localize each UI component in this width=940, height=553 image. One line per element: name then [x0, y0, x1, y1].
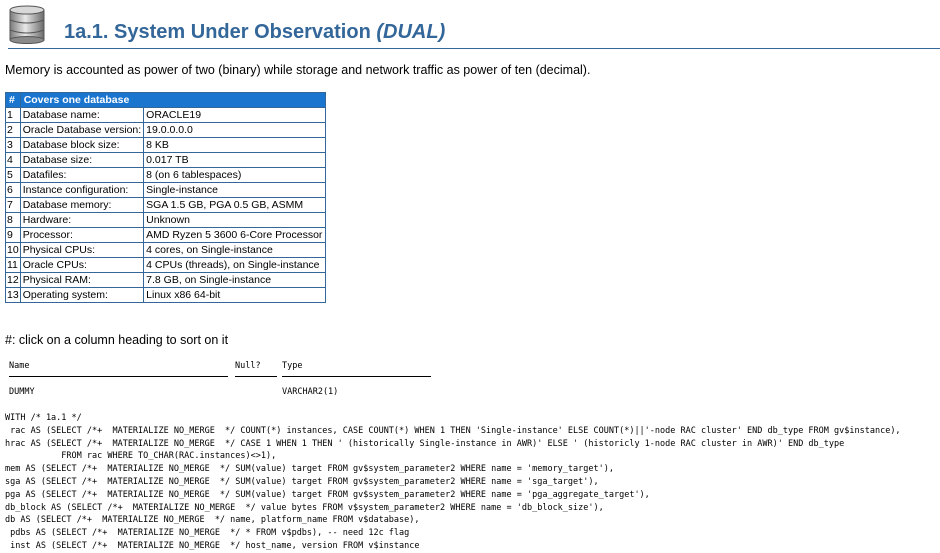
row-value: 8 (on 6 tablespaces)	[143, 167, 327, 183]
sql-line: pga AS (SELECT /*+ MATERIALIZE NO_MERGE …	[5, 489, 650, 500]
table-row: 9 Processor: AMD Ryzen 5 3600 6-Core Proce…	[5, 227, 327, 243]
row-value: AMD Ryzen 5 3600 6-Core Processor	[143, 227, 327, 243]
describe-value-name: DUMMY	[9, 387, 35, 397]
row-number: 8	[5, 212, 21, 228]
row-value: 4 cores, on Single-instance	[143, 242, 327, 258]
row-label: Database size:	[19, 152, 145, 168]
row-label: Processor:	[19, 227, 145, 243]
row-value: 7.8 GB, on Single-instance	[143, 272, 327, 288]
sql-line: db AS (SELECT /*+ MATERIALIZE NO_MERGE *…	[5, 515, 420, 526]
row-number: 6	[5, 182, 21, 198]
row-number: 10	[5, 242, 21, 258]
describe-rule-type	[282, 376, 431, 377]
sql-line: mem AS (SELECT /*+ MATERIALIZE NO_MERGE …	[5, 464, 614, 475]
row-number: 12	[5, 272, 21, 288]
row-label: Database block size:	[19, 137, 145, 153]
system-info-table: # Covers one database 1 Database name: ORA…	[5, 92, 327, 303]
row-label: Oracle CPUs:	[19, 257, 145, 273]
table-row: 7 Database memory: SGA 1.5 GB, PGA 0.5 GB,…	[5, 197, 327, 213]
sort-hint: #: click on a column heading to sort on …	[5, 333, 229, 347]
row-label: Physical RAM:	[19, 272, 145, 288]
row-label: Database name:	[19, 107, 145, 123]
row-label: Database memory:	[19, 197, 145, 213]
title-subtitle: (DUAL)	[376, 21, 446, 43]
row-value: 8 KB	[143, 137, 327, 153]
table-row: 4 Database size: 0.017 TB	[5, 152, 327, 168]
row-value: 19.0.0.0.0	[143, 122, 327, 138]
describe-value-type: VARCHAR2(1)	[282, 387, 339, 397]
table-row: 2 Oracle Database version: 19.0.0.0.0	[5, 122, 327, 138]
row-label: Oracle Database version:	[19, 122, 145, 138]
row-label: Operating system:	[19, 287, 145, 303]
describe-column-type: Type	[282, 361, 303, 371]
table-row: 3 Database block size: 8 KB	[5, 137, 327, 153]
table-row: 12 Physical RAM: 7.8 GB, on Single-instanc…	[5, 272, 327, 288]
row-number: 7	[5, 197, 21, 213]
row-label: Datafiles:	[19, 167, 145, 183]
intro-text: Memory is accounted as power of two (bin…	[5, 63, 591, 77]
row-value: ORACLE19	[143, 107, 327, 123]
row-number: 11	[5, 257, 21, 273]
row-number: 3	[5, 137, 21, 153]
page-title: 1a.1. System Under Observation (DUAL)	[64, 21, 445, 44]
column-header-number[interactable]: #	[5, 92, 21, 108]
describe-rule-name	[9, 376, 228, 377]
table-row: 8 Hardware: Unknown	[5, 212, 327, 228]
row-value: SGA 1.5 GB, PGA 0.5 GB, ASMM	[143, 197, 327, 213]
sql-line: sga AS (SELECT /*+ MATERIALIZE NO_MERGE …	[5, 476, 599, 487]
table-row: 5 Datafiles: 8 (on 6 tablespaces)	[5, 167, 327, 183]
row-value: Single-instance	[143, 182, 327, 198]
database-icon	[9, 5, 45, 44]
row-number: 4	[5, 152, 21, 168]
sql-line: hrac AS (SELECT /*+ MATERIALIZE NO_MERGE…	[5, 438, 845, 449]
row-value: 4 CPUs (threads), on Single-instance	[143, 257, 327, 273]
row-label: Physical CPUs:	[19, 242, 145, 258]
row-number: 9	[5, 227, 21, 243]
column-header-covers[interactable]: Covers one database	[19, 92, 327, 108]
sql-text: WITH /* 1a.1 */ rac AS (SELECT /*+ MATER…	[5, 412, 901, 553]
table-row: 13 Operating system: Linux x86 64-bit	[5, 287, 327, 303]
sql-line: rac AS (SELECT /*+ MATERIALIZE NO_MERGE …	[5, 425, 901, 436]
table-row: 6 Instance configuration: Single-instance	[5, 182, 327, 198]
describe-column-name: Name	[9, 361, 30, 371]
sql-line: WITH /* 1a.1 */	[5, 413, 82, 423]
describe-rule-null	[235, 376, 277, 377]
row-label: Instance configuration:	[19, 182, 145, 198]
describe-column-null: Null?	[235, 361, 261, 371]
sql-line: FROM rac WHERE TO_CHAR(RAC.instances)<>1…	[5, 451, 277, 462]
table-row: 1 Database name: ORACLE19	[5, 107, 327, 123]
title-main: 1a.1. System Under Observation	[64, 21, 371, 43]
table-row: 10 Physical CPUs: 4 cores, on Single-insta…	[5, 242, 327, 258]
table-row: 11 Oracle CPUs: 4 CPUs (threads), on Singl…	[5, 257, 327, 273]
row-number: 13	[5, 287, 21, 303]
sql-line: inst AS (SELECT /*+ MATERIALIZE NO_MERGE…	[5, 540, 420, 551]
sql-line: pdbs AS (SELECT /*+ MATERIALIZE NO_MERGE…	[5, 528, 410, 539]
row-label: Hardware:	[19, 212, 145, 228]
row-number: 2	[5, 122, 21, 138]
row-value: Unknown	[143, 212, 327, 228]
row-value: Linux x86 64-bit	[143, 287, 327, 303]
row-number: 5	[5, 167, 21, 183]
sql-line: db_block AS (SELECT /*+ MATERIALIZE NO_M…	[5, 502, 604, 513]
table-body: 1 Database name: ORACLE19 2 Oracle Database …	[5, 107, 327, 303]
row-number: 1	[5, 107, 21, 123]
page-header: 1a.1. System Under Observation (DUAL)	[8, 4, 940, 49]
row-value: 0.017 TB	[143, 152, 327, 168]
